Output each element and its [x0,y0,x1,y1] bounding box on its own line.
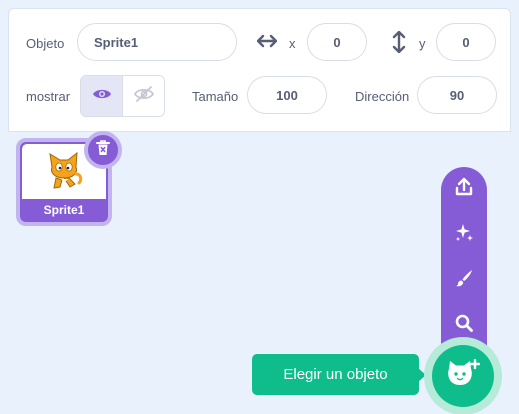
size-input[interactable]: 100 [247,76,327,114]
delete-sprite-button[interactable] [84,131,122,169]
upload-sprite-button[interactable] [441,171,487,207]
horizontal-arrows-icon [256,34,278,53]
paint-icon [454,268,474,293]
eye-slash-icon [133,85,154,107]
x-label: x [289,36,296,51]
show-label: mostrar [26,89,71,104]
paint-sprite-button[interactable] [441,262,487,298]
upload-icon [454,177,474,202]
y-input[interactable]: 0 [436,23,496,61]
object-label: Objeto [26,36,65,51]
choose-sprite-button-inner [432,345,494,407]
y-label: y [419,36,426,51]
x-input[interactable]: 0 [307,23,367,61]
show-button[interactable] [81,76,122,116]
surprise-sprite-button[interactable] [441,217,487,253]
eye-icon [92,87,112,106]
direction-input[interactable]: 90 [417,76,497,114]
cat-sprite-icon [49,151,83,189]
visibility-toggle [80,75,165,117]
surprise-icon [454,223,474,248]
size-label: Tamaño [192,89,239,104]
choose-sprite-button[interactable] [424,337,502,414]
sprite-name-label: Sprite1 [43,203,85,217]
hide-button[interactable] [122,76,164,116]
cat-plus-icon [446,358,481,394]
panel-divider [8,131,511,132]
direction-label: Dirección [355,89,410,104]
vertical-arrows-icon [392,30,406,58]
sprite-info-panel: Objeto Sprite1 x 0 y 0 mostrar Tamaño 10… [8,8,511,132]
choose-sprite-tooltip: Elegir un objeto [252,354,419,395]
search-icon [454,313,474,338]
trash-icon [95,139,111,162]
sprite-name-input[interactable]: Sprite1 [77,23,237,61]
